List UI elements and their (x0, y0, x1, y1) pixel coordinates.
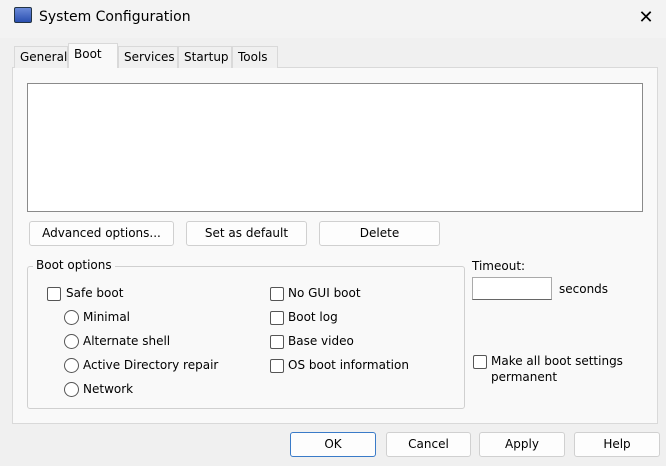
seconds-label: seconds (559, 282, 609, 296)
active-directory-repair-label: Active Directory repair (83, 358, 219, 372)
safe-boot-checkbox[interactable] (47, 287, 61, 301)
alternate-shell-label: Alternate shell (83, 334, 171, 348)
window-title: System Configuration (39, 9, 191, 25)
no-gui-boot-checkbox[interactable] (270, 287, 284, 301)
base-video-checkbox[interactable] (270, 335, 284, 349)
active-directory-repair-radio[interactable] (64, 358, 79, 373)
tab-services[interactable]: Services (118, 46, 178, 68)
no-gui-boot-label: No GUI boot (288, 286, 361, 300)
set-as-default-button[interactable]: Set as default (186, 221, 307, 246)
os-boot-information-label: OS boot information (288, 358, 409, 372)
network-radio[interactable] (64, 382, 79, 397)
make-permanent-checkbox[interactable] (473, 355, 487, 369)
base-video-label: Base video (288, 334, 354, 348)
os-boot-information-checkbox[interactable] (270, 359, 284, 373)
alternate-shell-radio[interactable] (64, 334, 79, 349)
boot-log-label: Boot log (288, 310, 338, 324)
network-label: Network (83, 382, 134, 396)
make-permanent-label-line2: permanent (491, 370, 558, 384)
timeout-label: Timeout: (472, 259, 526, 273)
cancel-button[interactable]: Cancel (386, 432, 471, 457)
ok-button[interactable]: OK (290, 432, 376, 457)
boot-entries-list[interactable] (27, 83, 643, 212)
close-icon[interactable]: ✕ (634, 6, 658, 30)
apply-button[interactable]: Apply (479, 432, 565, 457)
app-icon (14, 7, 32, 23)
help-button[interactable]: Help (574, 432, 660, 457)
minimal-label: Minimal (83, 310, 131, 324)
tab-tools[interactable]: Tools (232, 46, 278, 68)
boot-options-title: Boot options (33, 258, 115, 272)
safe-boot-label: Safe boot (66, 286, 124, 300)
tab-general[interactable]: General (14, 46, 68, 68)
timeout-input[interactable] (472, 277, 552, 300)
tab-startup[interactable]: Startup (178, 46, 232, 68)
minimal-radio[interactable] (64, 310, 79, 325)
boot-log-checkbox[interactable] (270, 311, 284, 325)
make-permanent-label-line1: Make all boot settings (491, 354, 623, 368)
delete-button[interactable]: Delete (319, 221, 440, 246)
tab-boot[interactable]: Boot (68, 43, 118, 68)
advanced-options-button[interactable]: Advanced options... (29, 221, 174, 246)
